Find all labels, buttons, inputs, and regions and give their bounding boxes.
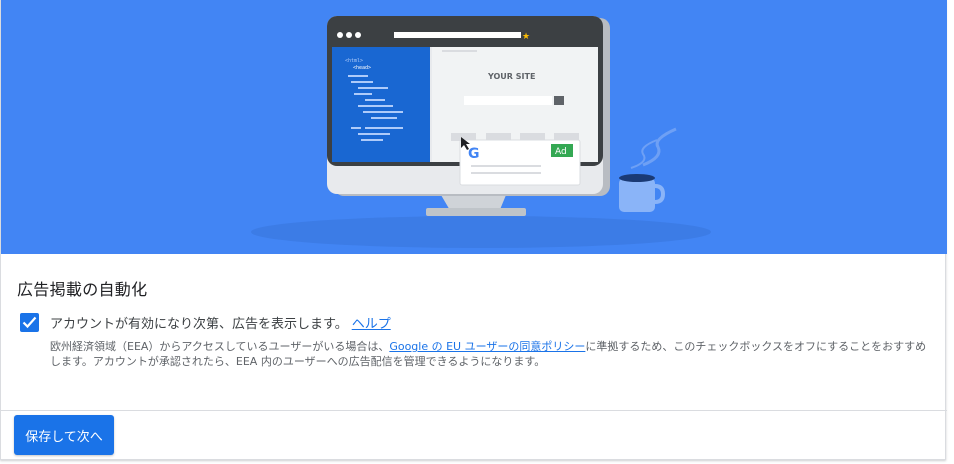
code-panel	[332, 47, 430, 162]
ad-serving-checkbox[interactable]	[20, 313, 39, 332]
section-title: 広告掲載の自動化	[17, 280, 148, 299]
save-and-next-button[interactable]: 保存して次へ	[14, 415, 114, 455]
eu-consent-policy-link[interactable]: Google の EU ユーザーの同意ポリシー	[389, 340, 585, 353]
hero-illustration: ★ <html> <head> YOUR SITE G Ad	[1, 0, 947, 254]
site-title: YOUR SITE	[487, 72, 535, 81]
checkmark-icon	[22, 316, 37, 329]
checkbox-label-text: アカウントが有効になり次第、広告を表示します。	[50, 317, 348, 332]
window-dot	[355, 32, 361, 38]
footer-divider	[1, 410, 947, 411]
help-link[interactable]: ヘルプ	[352, 317, 391, 332]
onboarding-card: ★ <html> <head> YOUR SITE G Ad 広告掲載の自動化 …	[0, 0, 947, 460]
eea-note-text: 欧州経済領域（EEA）からアクセスしているユーザーがいる場合は、	[50, 340, 390, 353]
checkbox-label: アカウントが有効になり次第、広告を表示します。 ヘルプ	[50, 313, 391, 332]
code-line: <html>	[345, 58, 363, 64]
window-dot	[337, 32, 343, 38]
monitor-base	[426, 208, 526, 216]
google-g-icon: G	[468, 146, 480, 162]
eea-note: 欧州経済領域（EEA）からアクセスしているユーザーがいる場合は、Google の…	[50, 339, 930, 369]
steam	[642, 127, 677, 167]
coffee-mug-icon	[619, 178, 655, 212]
site-search-button	[554, 96, 564, 105]
floor-shadow	[251, 216, 711, 248]
ad-badge-label: Ad	[555, 147, 567, 157]
star-icon: ★	[522, 32, 530, 42]
address-bar	[394, 32, 521, 38]
window-dot	[346, 32, 352, 38]
site-search-box	[464, 96, 552, 105]
code-line: <head>	[353, 65, 371, 71]
computer-illustration: ★ <html> <head> YOUR SITE G Ad	[251, 16, 711, 248]
